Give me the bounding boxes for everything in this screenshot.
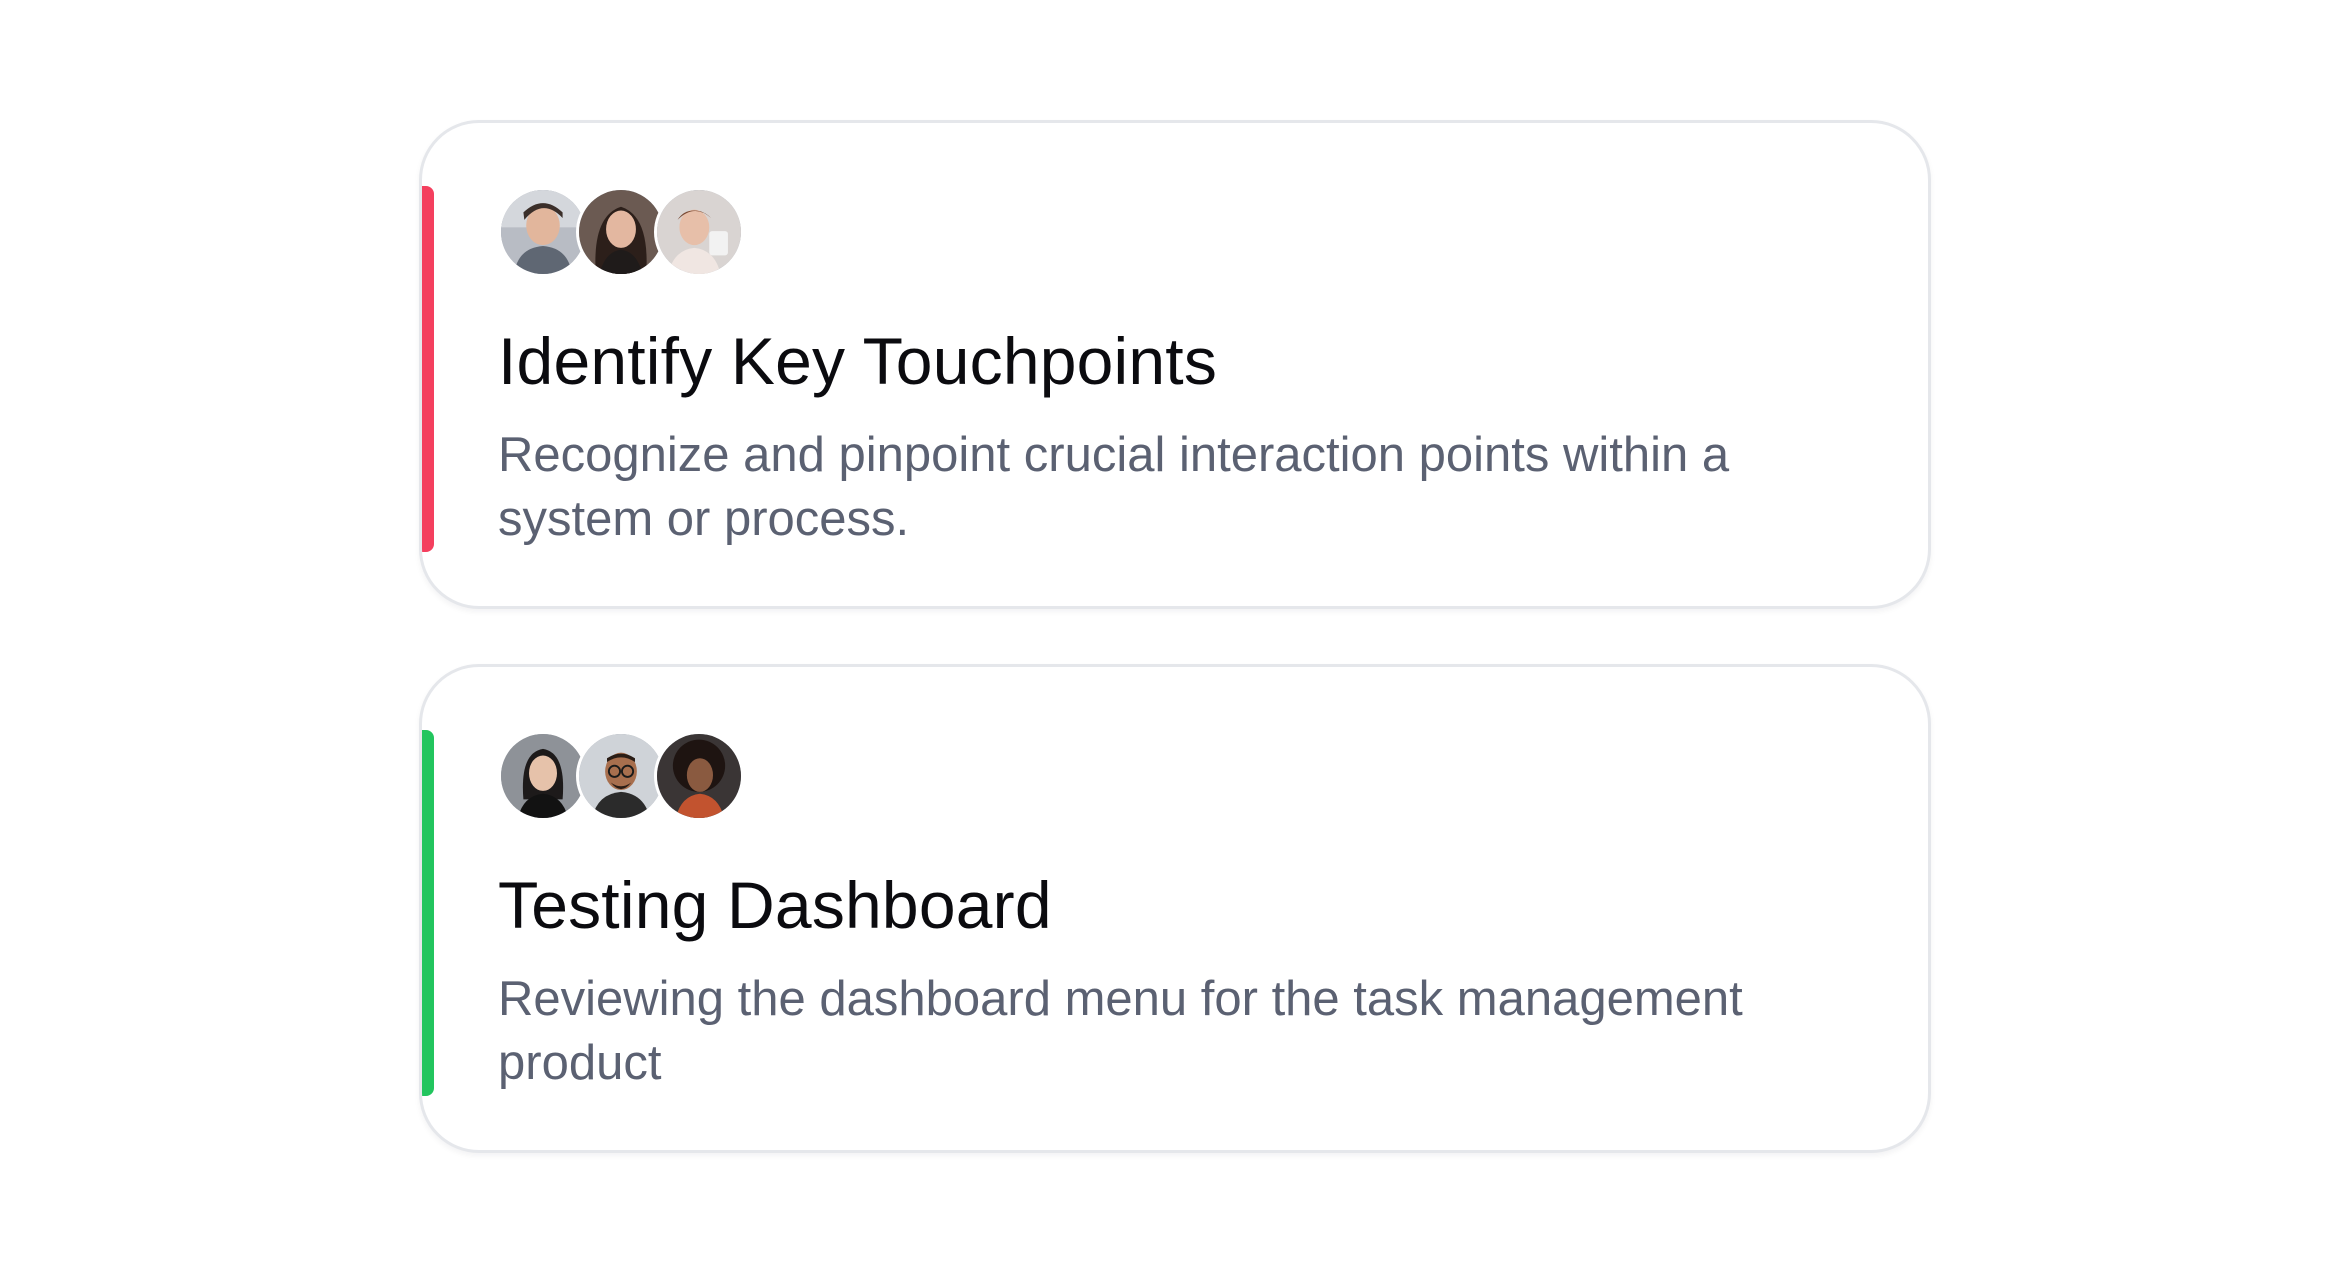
card-title: Identify Key Touchpoints [498, 324, 1218, 398]
avatar[interactable] [576, 187, 666, 277]
assignee-avatar-group[interactable] [498, 731, 744, 821]
card-description: Reviewing the dashboard menu for the tas… [498, 972, 1743, 1090]
avatar[interactable] [498, 731, 588, 821]
avatar[interactable] [498, 187, 588, 277]
task-card[interactable]: Identify Key Touchpoints Recognize and p… [419, 120, 1931, 609]
assignee-avatar-group[interactable] [498, 187, 744, 277]
priority-accent-bar [422, 186, 434, 552]
card-title: Testing Dashboard [498, 868, 1052, 942]
card-description: Recognize and pinpoint crucial interacti… [498, 428, 1730, 546]
priority-accent-bar [422, 730, 434, 1096]
avatar[interactable] [654, 731, 744, 821]
task-card[interactable]: Testing Dashboard Reviewing the dashboar… [419, 664, 1931, 1153]
avatar[interactable] [576, 731, 666, 821]
avatar[interactable] [654, 187, 744, 277]
canvas: Identify Key Touchpoints Recognize and p… [0, 0, 2352, 1280]
